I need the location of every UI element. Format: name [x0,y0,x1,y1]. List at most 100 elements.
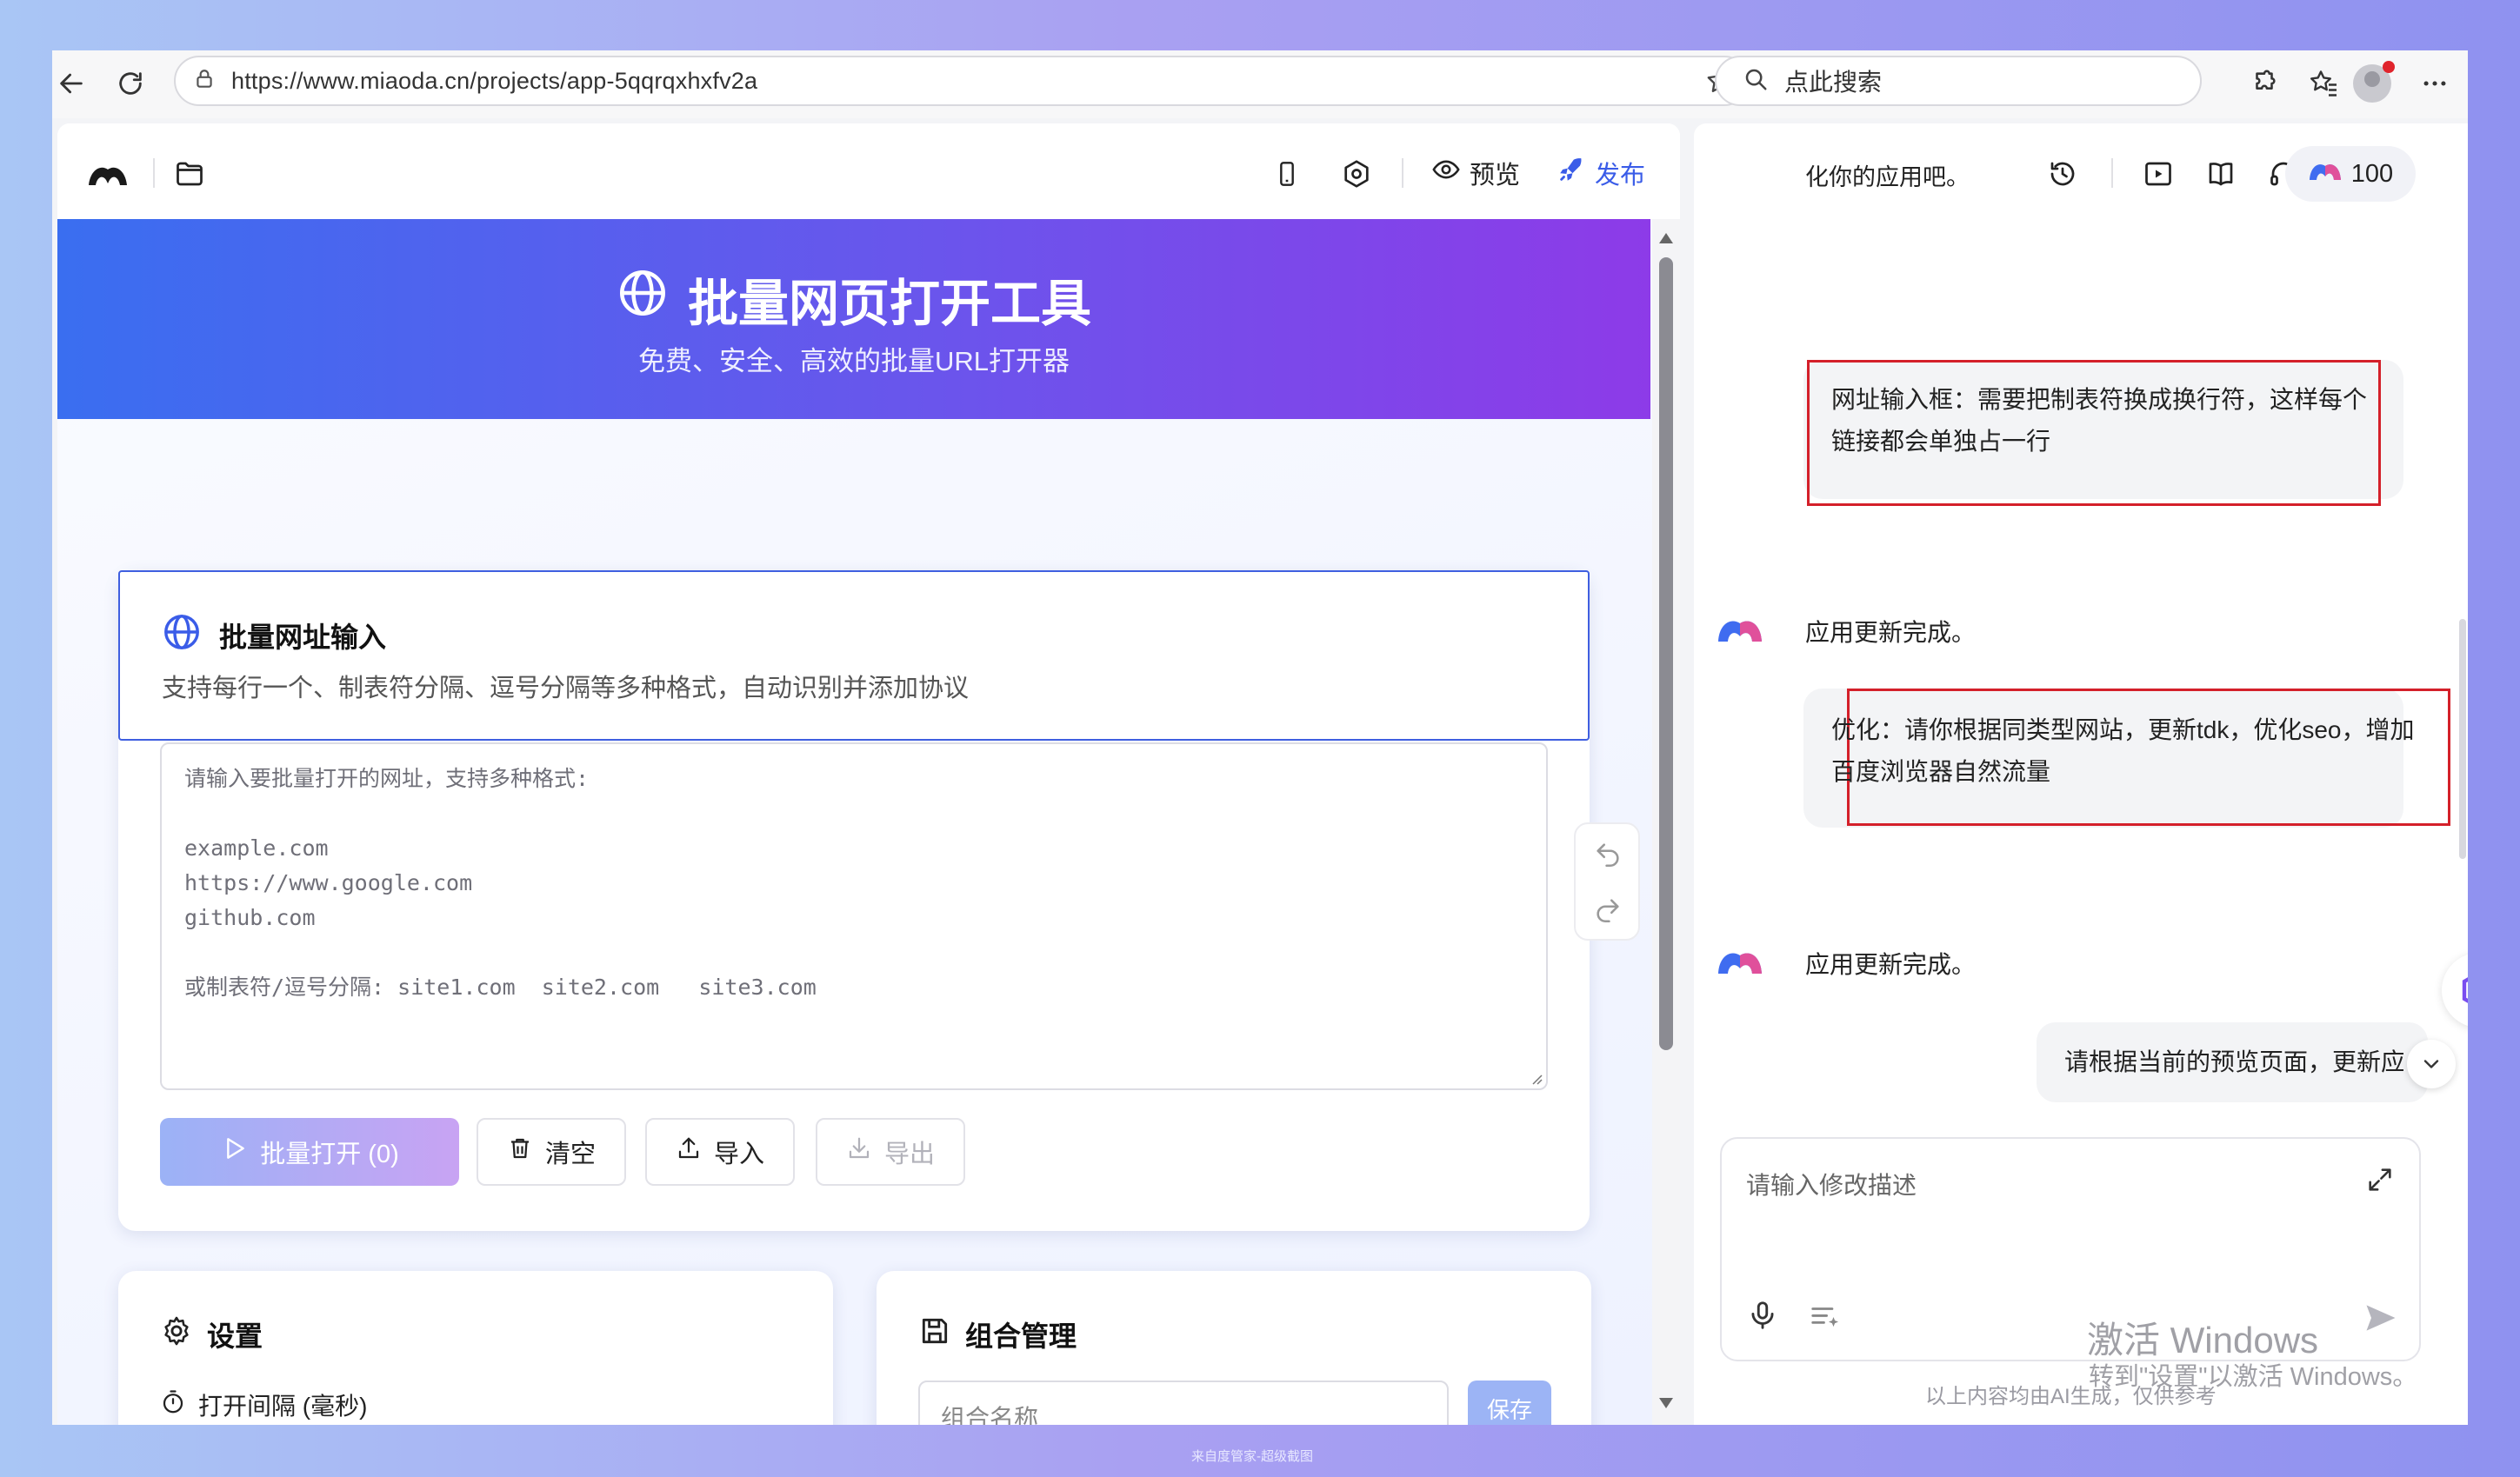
play-icon [220,1134,248,1169]
chevron-down-icon [2423,1060,2439,1068]
url-input-title-text: 批量网址输入 [219,622,387,653]
book-icon[interactable] [2202,155,2240,193]
reload-icon[interactable] [108,61,153,106]
expand-icon[interactable] [2365,1165,2395,1199]
lock-icon [193,68,216,95]
user-message-text: 优化：请你根据同类型网站，更新tdk，优化seo，增加百度浏览器自然流量 [1831,716,2415,785]
scroll-up-arrow-icon[interactable] [1659,233,1673,243]
clear-button[interactable]: 清空 [477,1118,626,1186]
editor-toolbar: 预览 发布 [57,123,1680,219]
toolbar-divider [153,158,155,188]
clear-label: 清空 [544,1141,596,1168]
download-icon [846,1135,872,1168]
scroll-down-arrow-icon[interactable] [1659,1398,1673,1408]
bot-avatar-icon [1717,946,1763,975]
assistant-logo-icon [2462,977,2468,1003]
chat-scrollbar-thumb[interactable] [2459,619,2466,859]
url-textarea[interactable]: 请输入要批量打开的网址，支持多种格式: example.com https://… [160,742,1548,1090]
screenshot-tool-note: 来自度管家-超级截图 [1191,1449,1313,1464]
settings-title: 设置 [160,1314,263,1354]
url-input-card-title: 批量网址输入 [162,612,386,659]
back-icon[interactable] [52,61,94,106]
publish-button[interactable]: 发布 [1557,155,1645,196]
settings-card: 设置 打开间隔 (毫秒) 500 [118,1271,833,1425]
upload-icon [676,1135,702,1168]
save-disk-icon [918,1314,951,1354]
profile-avatar[interactable] [2348,59,2397,108]
credit-logo-icon [2308,159,2343,189]
history-icon[interactable] [2043,155,2082,193]
browser-chrome: https://www.miaoda.cn/projects/app-5qqrq… [52,50,2468,118]
groups-title-text: 组合管理 [965,1321,1077,1352]
prompt-enhance-icon[interactable] [1809,1301,1842,1338]
batch-open-button[interactable]: 批量打开 (0) [160,1118,459,1186]
globe-icon [617,267,669,331]
gear-icon [160,1314,193,1354]
timer-icon [160,1389,186,1421]
microphone-icon[interactable] [1746,1299,1779,1336]
page-title-text: 批量网页打开工具 [687,276,1091,332]
search-placeholder: 点此搜索 [1784,69,1883,96]
preview-scrollbar[interactable] [1652,219,1680,1425]
preview-button[interactable]: 预览 [1431,155,1520,196]
export-button[interactable]: 导出 [816,1118,965,1186]
avatar[interactable] [2353,61,2395,103]
eye-icon [1431,155,1461,196]
video-play-icon[interactable] [2139,155,2177,193]
url-input-card-header: 批量网址输入 支持每行一个、制表符分隔、逗号分隔等多种格式，自动识别并添加协议 [118,570,1590,741]
save-group-button[interactable]: 保存 [1468,1381,1551,1425]
toolbar-divider [2111,158,2113,188]
scrollbar-thumb[interactable] [1659,257,1673,1050]
send-icon[interactable] [2362,1299,2400,1341]
scroll-to-bottom-button[interactable] [2407,1040,2456,1088]
bot-message-text: 应用更新完成。 [1805,951,1977,978]
bot-message-text: 应用更新完成。 [1805,619,1977,646]
url-input-description: 支持每行一个、制表符分隔、逗号分隔等多种格式，自动识别并添加协议 [162,675,970,702]
more-menu-icon[interactable] [2410,59,2459,108]
ai-disclaimer: 以上内容均由AI生成，仅供参考 [1925,1385,2217,1408]
export-label: 导出 [883,1141,935,1168]
publish-label: 发布 [1595,161,1646,190]
preview-pane: 预览 发布 批量网页打开工具 免费、安全、高效的批量URL打开器 批量网址输入 … [57,123,1680,1425]
user-message-text: 请根据当前的预览页面，更新应 [2064,1048,2403,1075]
folder-icon[interactable] [170,155,209,193]
history-controls [1574,822,1640,941]
import-button[interactable]: 导入 [645,1118,795,1186]
trash-icon [507,1135,533,1168]
url-text[interactable]: https://www.miaoda.cn/projects/app-5qqrq… [231,68,757,95]
app-preview: 批量网页打开工具 免费、安全、高效的批量URL打开器 批量网址输入 支持每行一个… [57,219,1652,1425]
undo-icon[interactable] [1593,840,1623,874]
favorites-icon[interactable] [2299,59,2348,108]
chat-input[interactable]: 请输入修改描述 [1746,1167,1917,1201]
batch-open-label: 批量打开 (0) [260,1141,399,1168]
group-name-input[interactable]: 组合名称 [918,1381,1449,1425]
mobile-view-icon[interactable] [1268,155,1306,193]
resize-grip-icon[interactable] [1529,1071,1543,1085]
interval-label: 打开间隔 (毫秒) [160,1387,367,1422]
url-input-card: 批量网址输入 支持每行一个、制表符分隔、逗号分隔等多种格式，自动识别并添加协议 … [118,570,1590,1231]
import-label: 导入 [713,1141,764,1168]
truncated-message: 化你的应用吧。 [1805,164,1970,190]
page-subtitle: 免费、安全、高效的批量URL打开器 [637,346,1070,376]
globe-icon [162,612,202,659]
chat-pane: 100 化你的应用吧。 网址输入框：需要把制表符换成换行符，这样每个链接都会单独… [1694,123,2468,1425]
address-bar[interactable]: https://www.miaoda.cn/projects/app-5qqrq… [174,56,1750,106]
preview-label: 预览 [1470,161,1521,190]
page-title: 批量网页打开工具 [57,263,1650,336]
browser-search-bar[interactable]: 点此搜索 [1715,56,2202,106]
search-icon [1743,66,1769,96]
extensions-icon[interactable] [2240,59,2289,108]
groups-card: 组合管理 组合名称 保存 [877,1271,1591,1425]
hero-banner: 批量网页打开工具 免费、安全、高效的批量URL打开器 [57,219,1650,419]
miaoda-logo-icon[interactable] [85,155,130,193]
browser-window: https://www.miaoda.cn/projects/app-5qqrq… [52,50,2468,1425]
interval-label-text: 打开间隔 (毫秒) [198,1393,368,1420]
user-message-text: 网址输入框：需要把制表符换成换行符，这样每个链接都会单独占一行 [1831,386,2368,455]
settings-title-text: 设置 [207,1321,263,1352]
bot-avatar-icon [1717,614,1763,643]
credit-count: 100 [2350,159,2394,188]
redo-icon[interactable] [1593,895,1623,929]
toolbar-divider [1402,158,1403,188]
credit-balance[interactable]: 100 [2285,146,2416,202]
settings-gear-icon[interactable] [1337,155,1376,193]
